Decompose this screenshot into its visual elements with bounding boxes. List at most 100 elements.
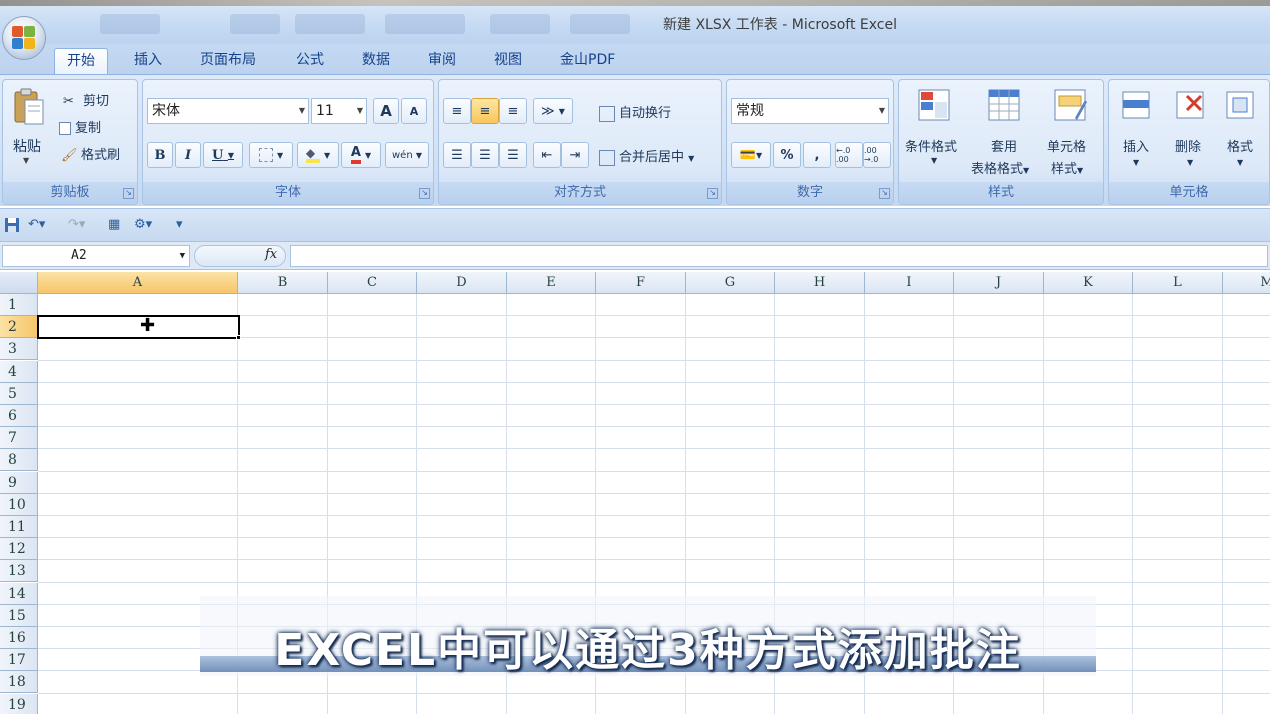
paste-dropdown-icon[interactable]: ▼	[23, 156, 29, 165]
table-format-label-1[interactable]: 套用	[991, 136, 1017, 155]
column-header-I[interactable]: I	[865, 272, 954, 294]
row-header-18[interactable]: 18	[0, 671, 38, 694]
italic-button[interactable]: I	[175, 142, 201, 168]
insert-cells-button[interactable]: 插入	[1123, 136, 1149, 155]
office-button[interactable]	[2, 16, 46, 60]
row-header-13[interactable]: 13	[0, 560, 38, 583]
column-header-A[interactable]: A	[38, 272, 238, 294]
paste-icon[interactable]	[13, 88, 47, 125]
conditional-format-button[interactable]: 条件格式	[905, 136, 957, 155]
insert-cells-icon[interactable]	[1119, 88, 1153, 122]
tab-formulas[interactable]: 公式	[284, 48, 336, 74]
row-header-12[interactable]: 12	[0, 538, 38, 561]
dialog-launcher-icon[interactable]: ↘	[879, 188, 890, 199]
row-header-10[interactable]: 10	[0, 493, 38, 516]
row-header-16[interactable]: 16	[0, 627, 38, 649]
select-all-corner[interactable]	[0, 272, 38, 294]
align-bottom-button[interactable]: ≡	[499, 98, 527, 124]
delete-cells-button[interactable]: 删除	[1175, 136, 1201, 155]
row-header-3[interactable]: 3	[0, 338, 38, 361]
table-format-label-2[interactable]: 表格格式▼	[971, 158, 1029, 177]
row-header-11[interactable]: 11	[0, 516, 38, 538]
column-header-H[interactable]: H	[775, 272, 865, 294]
tab-review[interactable]: 审阅	[416, 48, 468, 74]
tab-insert[interactable]: 插入	[122, 48, 174, 74]
increase-indent-button[interactable]: ⇥	[561, 142, 589, 168]
row-header-4[interactable]: 4	[0, 360, 38, 383]
formula-input[interactable]	[290, 245, 1268, 267]
orientation-button[interactable]: ≫ ▼	[533, 98, 573, 124]
fill-color-button[interactable]: ◆ ▼	[297, 142, 339, 168]
merge-center-button[interactable]: 合并后居中 ▼	[599, 146, 694, 166]
align-right-button[interactable]: ☰	[499, 142, 527, 168]
phonetic-guide-button[interactable]: wén ▼	[385, 142, 429, 168]
column-header-D[interactable]: D	[417, 272, 507, 294]
name-box[interactable]: A2 ▼	[2, 245, 190, 267]
tools-icon[interactable]: ⚙▾	[134, 217, 152, 235]
align-middle-button[interactable]: ≡	[471, 98, 499, 124]
underline-button[interactable]: U ▼	[203, 142, 243, 168]
percent-button[interactable]: %	[773, 142, 801, 168]
grow-font-button[interactable]: A	[373, 98, 399, 124]
accounting-format-button[interactable]: 💳 ▼	[731, 142, 771, 168]
align-center-button[interactable]: ☰	[471, 142, 499, 168]
cell-styles-label-2[interactable]: 样式▼	[1051, 158, 1083, 177]
redo-icon[interactable]: ↷▾	[68, 217, 85, 235]
dialog-launcher-icon[interactable]: ↘	[123, 188, 134, 199]
column-header-E[interactable]: E	[507, 272, 596, 294]
align-left-button[interactable]: ☰	[443, 142, 471, 168]
column-header-C[interactable]: C	[328, 272, 417, 294]
comma-style-button[interactable]: ,	[803, 142, 831, 168]
delete-cells-icon[interactable]	[1173, 88, 1207, 122]
selected-cell[interactable]	[37, 315, 240, 339]
wrap-text-button[interactable]: 自动换行	[599, 102, 671, 122]
row-header-9[interactable]: 9	[0, 471, 38, 494]
tab-page-layout[interactable]: 页面布局	[188, 48, 268, 74]
row-header-14[interactable]: 14	[0, 582, 38, 605]
column-header-F[interactable]: F	[596, 272, 686, 294]
row-header-2[interactable]: 2	[0, 316, 38, 339]
row-header-7[interactable]: 7	[0, 427, 38, 450]
shrink-font-button[interactable]: A	[401, 98, 427, 124]
font-name-select[interactable]: 宋体 ▼	[147, 98, 309, 124]
format-cells-button[interactable]: 格式	[1227, 136, 1253, 155]
conditional-format-icon[interactable]	[917, 88, 951, 122]
cut-button[interactable]: ✂ 剪切	[63, 90, 109, 110]
paste-button-label[interactable]: 粘贴	[13, 136, 41, 156]
table-format-icon[interactable]	[987, 88, 1021, 122]
tab-data[interactable]: 数据	[350, 48, 402, 74]
undo-icon[interactable]: ↶▾	[28, 217, 45, 235]
column-header-J[interactable]: J	[954, 272, 1044, 294]
column-header-K[interactable]: K	[1044, 272, 1133, 294]
column-header-M[interactable]: M	[1223, 272, 1270, 294]
customize-qat-icon[interactable]: ▾	[176, 217, 183, 235]
cell-styles-label-1[interactable]: 单元格	[1047, 136, 1086, 155]
tab-view[interactable]: 视图	[482, 48, 534, 74]
align-top-button[interactable]: ≡	[443, 98, 471, 124]
increase-decimal-button[interactable]: ←.0 .00	[835, 142, 863, 168]
dialog-launcher-icon[interactable]: ↘	[419, 188, 430, 199]
bold-button[interactable]: B	[147, 142, 173, 168]
row-header-5[interactable]: 5	[0, 382, 38, 405]
tab-home[interactable]: 开始	[54, 48, 108, 74]
format-cells-icon[interactable]	[1223, 88, 1257, 122]
row-header-6[interactable]: 6	[0, 405, 38, 427]
tab-kingsoft-pdf[interactable]: 金山PDF	[548, 48, 627, 74]
cell-styles-icon[interactable]	[1053, 88, 1087, 122]
copy-button[interactable]: 复制	[59, 117, 101, 136]
save-icon[interactable]	[4, 217, 20, 235]
calculator-icon[interactable]: ▦	[108, 217, 120, 235]
row-header-8[interactable]: 8	[0, 449, 38, 472]
row-header-1[interactable]: 1	[0, 294, 38, 316]
borders-button[interactable]: ▼	[249, 142, 293, 168]
decrease-indent-button[interactable]: ⇤	[533, 142, 561, 168]
font-color-button[interactable]: A ▼	[341, 142, 381, 168]
decrease-decimal-button[interactable]: .00 →.0	[863, 142, 891, 168]
font-size-select[interactable]: 11 ▼	[311, 98, 367, 124]
column-header-B[interactable]: B	[238, 272, 328, 294]
row-header-15[interactable]: 15	[0, 604, 38, 627]
number-format-select[interactable]: 常规 ▼	[731, 98, 889, 124]
row-header-19[interactable]: 19	[0, 693, 38, 714]
column-header-G[interactable]: G	[686, 272, 775, 294]
row-header-17[interactable]: 17	[0, 649, 38, 672]
